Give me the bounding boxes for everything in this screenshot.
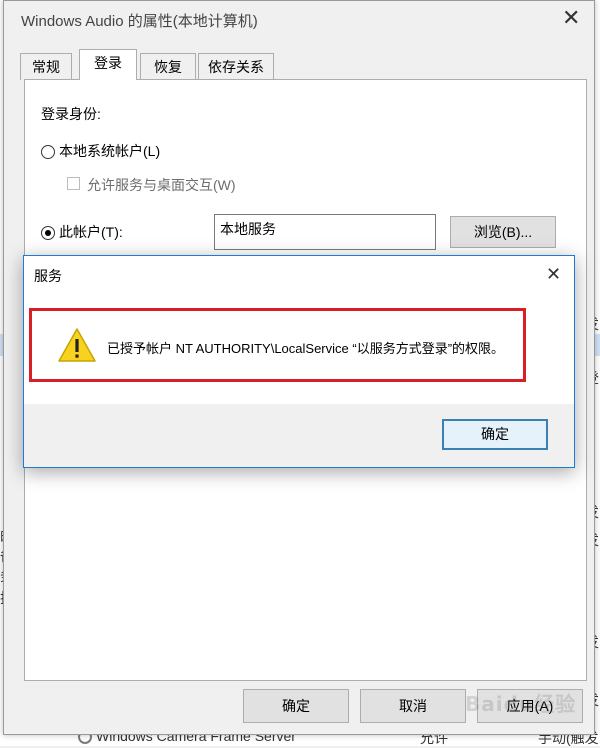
local-system-label: 本地系统帐户(L): [59, 143, 161, 159]
account-input[interactable]: 本地服务: [214, 214, 436, 250]
allow-desktop-checkbox[interactable]: [67, 177, 80, 190]
cancel-button[interactable]: 取消: [360, 689, 466, 723]
allow-desktop-label: 允许服务与桌面交互(W): [87, 177, 236, 193]
message-text: 已授予帐户 NT AUTHORITY\LocalService “以服务方式登录…: [107, 341, 505, 356]
close-icon[interactable]: ✕: [546, 263, 561, 285]
warning-icon: [58, 328, 96, 362]
message-box-footer: 确定: [24, 404, 574, 467]
browse-button[interactable]: 浏览(B)...: [450, 216, 556, 248]
local-system-radio[interactable]: [41, 145, 55, 159]
watermark: Baidu经验: [465, 692, 577, 716]
message-box-title: 服务: [34, 268, 62, 284]
message-box: 服务 ✕ 已授予帐户 NT AUTHORITY\LocalService “以服…: [23, 255, 575, 468]
close-icon[interactable]: ✕: [562, 7, 580, 29]
this-account-radio[interactable]: [41, 226, 55, 240]
message-ok-button[interactable]: 确定: [442, 419, 548, 450]
tab-dependencies[interactable]: 依存关系: [198, 53, 274, 80]
logon-as-label: 登录身份:: [41, 106, 101, 122]
tab-general[interactable]: 常规: [20, 53, 72, 80]
tab-logon[interactable]: 登录: [79, 49, 137, 80]
ok-button[interactable]: 确定: [243, 689, 349, 723]
tab-recovery[interactable]: 恢复: [140, 53, 196, 80]
dialog-title: Windows Audio 的属性(本地计算机): [21, 13, 258, 30]
this-account-label: 此帐户(T):: [59, 224, 123, 240]
